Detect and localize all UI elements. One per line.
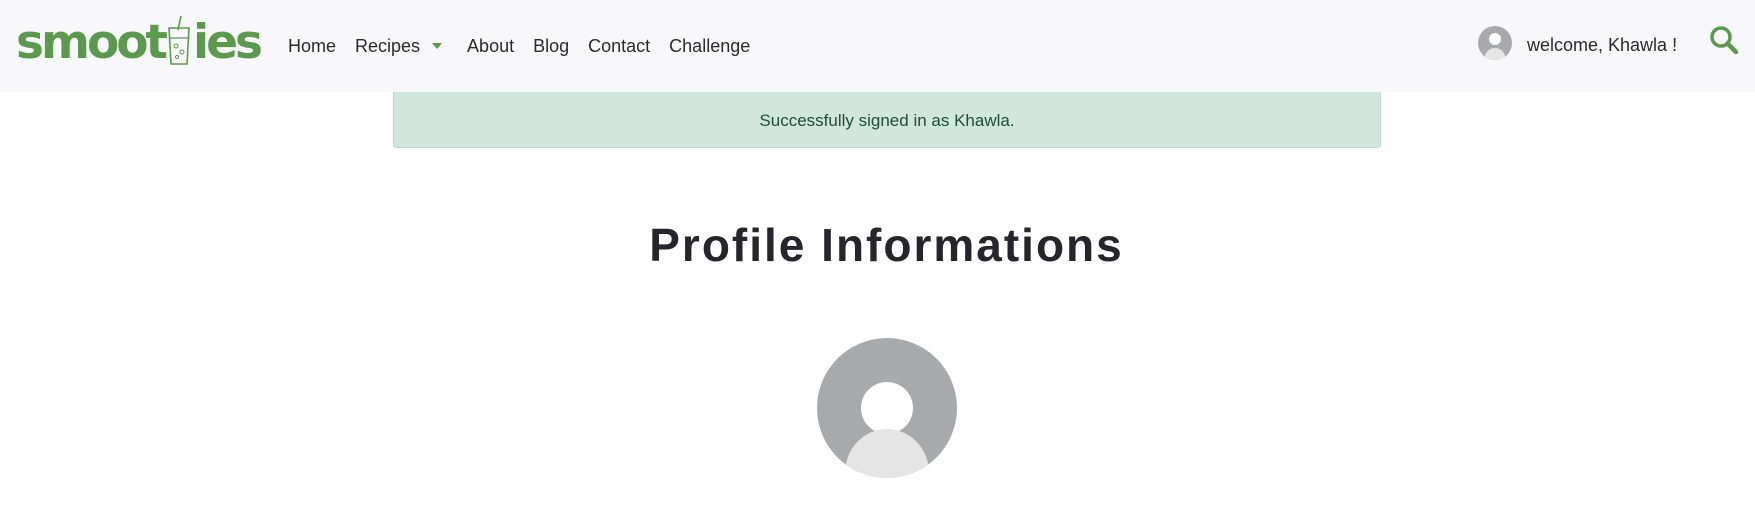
nav-recipes-label: Recipes: [355, 35, 421, 56]
logo-text-left: smoot: [16, 15, 168, 70]
alert-message: Successfully signed in as Khawla.: [759, 110, 1015, 130]
nav-home[interactable]: Home: [288, 36, 346, 57]
main-nav: Home Recipes About Blog Contact Challeng…: [288, 0, 760, 92]
smoothie-glass-icon: [166, 15, 192, 66]
caret-down-icon: [432, 43, 443, 49]
nav-recipes-dropdown[interactable]: Recipes: [346, 36, 458, 57]
navbar: smoot ies Home Recipes About Blog Contac…: [0, 0, 1755, 92]
welcome-text: welcome, Khawla !: [1527, 35, 1678, 55]
nav-challenge[interactable]: Challenge: [660, 36, 760, 57]
logo-text-right: ies: [193, 15, 263, 70]
page-title: Profile Informations: [649, 219, 1124, 271]
nav-blog[interactable]: Blog: [524, 36, 579, 57]
user-avatar-icon[interactable]: [1478, 26, 1512, 60]
search-icon[interactable]: [1708, 24, 1740, 56]
profile-avatar-icon: [817, 338, 957, 478]
success-alert: Successfully signed in as Khawla.: [393, 92, 1381, 148]
nav-contact[interactable]: Contact: [579, 36, 660, 57]
nav-about[interactable]: About: [458, 36, 524, 57]
brand-logo[interactable]: smoot ies: [16, 10, 263, 70]
